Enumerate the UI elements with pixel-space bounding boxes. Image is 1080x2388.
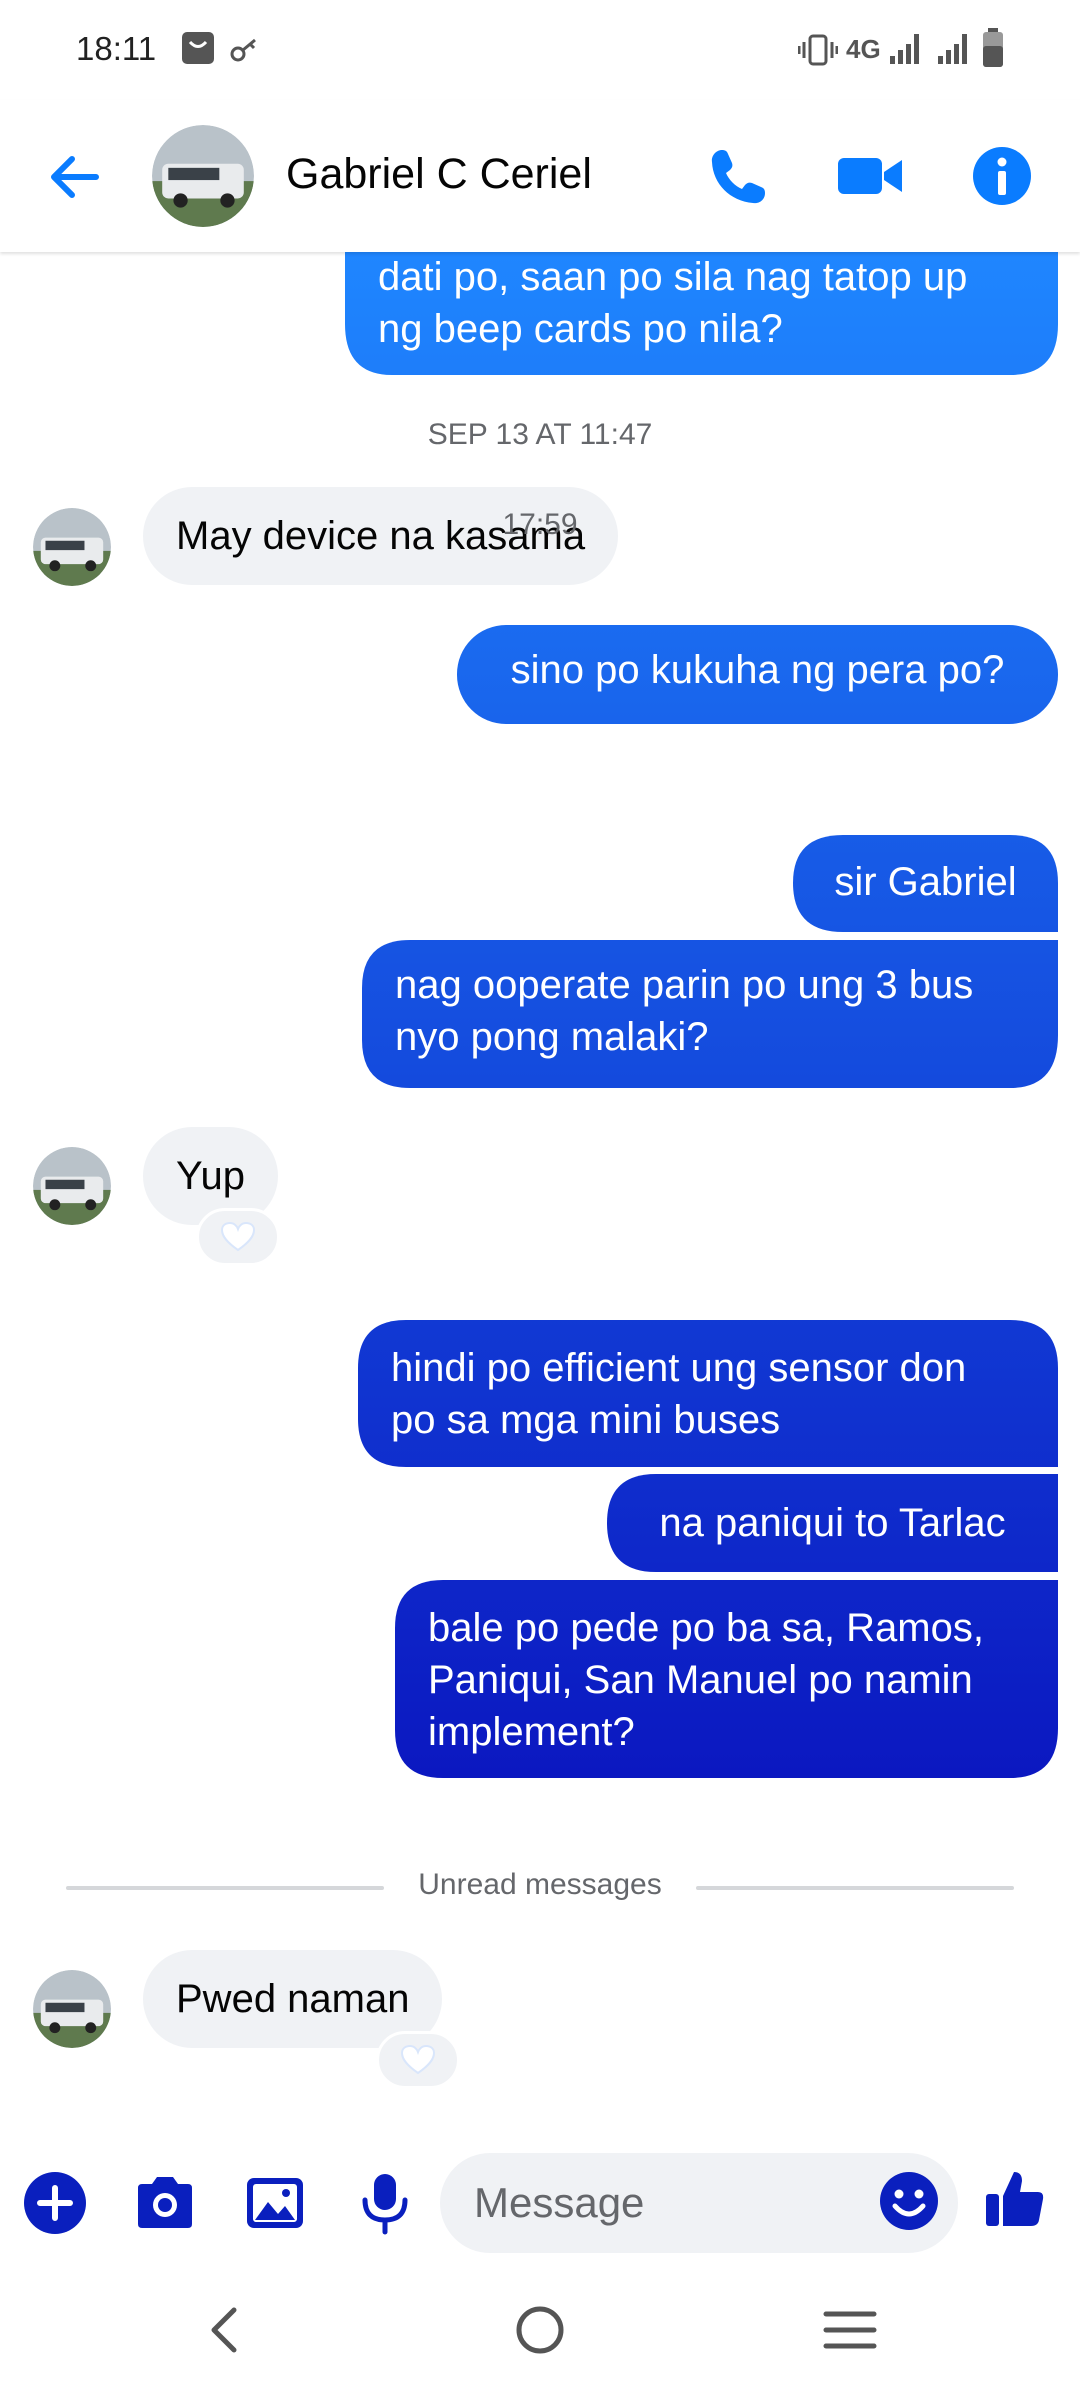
status-time: 18:11 xyxy=(76,30,157,67)
message-text-line: implement? xyxy=(428,1710,635,1754)
message-text-line: bale po pede po ba sa, Ramos, xyxy=(428,1606,984,1650)
signal-icon xyxy=(890,34,919,64)
divider-line xyxy=(696,1886,1014,1890)
thumbs-up-icon[interactable] xyxy=(982,2166,1048,2232)
network-type: 4G xyxy=(846,34,881,64)
gallery-icon[interactable] xyxy=(242,2170,308,2236)
message-thread[interactable]: dati po, saan po sila nag tatop up ng be… xyxy=(0,252,1080,2132)
vpn-key-icon xyxy=(230,38,256,62)
message-text-line: nyo pong malaki? xyxy=(395,1015,709,1059)
message-outgoing[interactable]: dati po, saan po sila nag tatop up ng be… xyxy=(345,252,1058,355)
message-outgoing[interactable]: hindi po efficient ung sensor don po sa … xyxy=(358,1342,1058,1446)
chat-header: Gabriel C Ceriel xyxy=(0,100,1080,252)
message-outgoing[interactable]: nag ooperate parin po ung 3 bus nyo pong… xyxy=(362,959,1058,1063)
camera-icon[interactable] xyxy=(132,2170,198,2236)
timestamp: SEP 13 AT 11:47 xyxy=(427,418,653,451)
message-outgoing[interactable]: sino po kukuha ng pera po? xyxy=(457,644,1058,696)
nav-recents-icon[interactable] xyxy=(820,2300,880,2360)
sender-avatar[interactable] xyxy=(33,1147,111,1225)
battery-icon xyxy=(983,28,1003,67)
unread-divider-label: Unread messages xyxy=(418,1868,662,1901)
system-nav-bar xyxy=(0,2272,1080,2388)
video-camera-icon[interactable] xyxy=(836,144,904,208)
message-text-line: dati po, saan po sila nag tatop up xyxy=(378,255,968,299)
divider-line xyxy=(66,1886,384,1890)
vibrate-icon xyxy=(798,34,838,66)
message-text-line: ng beep cards po nila? xyxy=(378,307,783,351)
message-text-line: nag ooperate parin po ung 3 bus xyxy=(395,963,974,1007)
message-text-line: hindi po efficient ung sensor don xyxy=(391,1346,967,1390)
phone-icon[interactable] xyxy=(706,144,770,208)
message-text-line: po sa mga mini buses xyxy=(391,1398,781,1442)
message-text-line: Paniqui, San Manuel po namin xyxy=(428,1658,973,1702)
info-icon[interactable] xyxy=(970,144,1034,208)
add-icon[interactable] xyxy=(22,2170,88,2236)
signal-icon-2 xyxy=(938,34,967,64)
contact-avatar[interactable] xyxy=(152,125,254,227)
sender-avatar[interactable] xyxy=(33,1970,111,2048)
contact-name[interactable]: Gabriel C Ceriel xyxy=(286,150,592,199)
message-outgoing[interactable]: bale po pede po ba sa, Ramos, Paniqui, S… xyxy=(395,1602,1058,1758)
reaction-badge[interactable] xyxy=(196,1208,280,1266)
emoji-icon[interactable] xyxy=(876,2168,942,2234)
back-arrow-icon[interactable] xyxy=(44,146,106,208)
nav-home-icon[interactable] xyxy=(510,2300,570,2360)
heart-icon xyxy=(401,2045,435,2075)
message-composer xyxy=(0,2132,1080,2272)
notification-bag-icon xyxy=(182,32,214,64)
timestamp: 17:59 xyxy=(502,508,578,541)
message-outgoing[interactable]: na paniqui to Tarlac xyxy=(607,1497,1058,1549)
reaction-badge[interactable] xyxy=(376,2031,460,2089)
nav-back-icon[interactable] xyxy=(196,2300,256,2360)
message-outgoing[interactable]: sir Gabriel xyxy=(793,856,1058,908)
status-bar: 18:11 4G xyxy=(0,0,1080,100)
heart-icon xyxy=(221,1222,255,1252)
microphone-icon[interactable] xyxy=(352,2170,418,2236)
